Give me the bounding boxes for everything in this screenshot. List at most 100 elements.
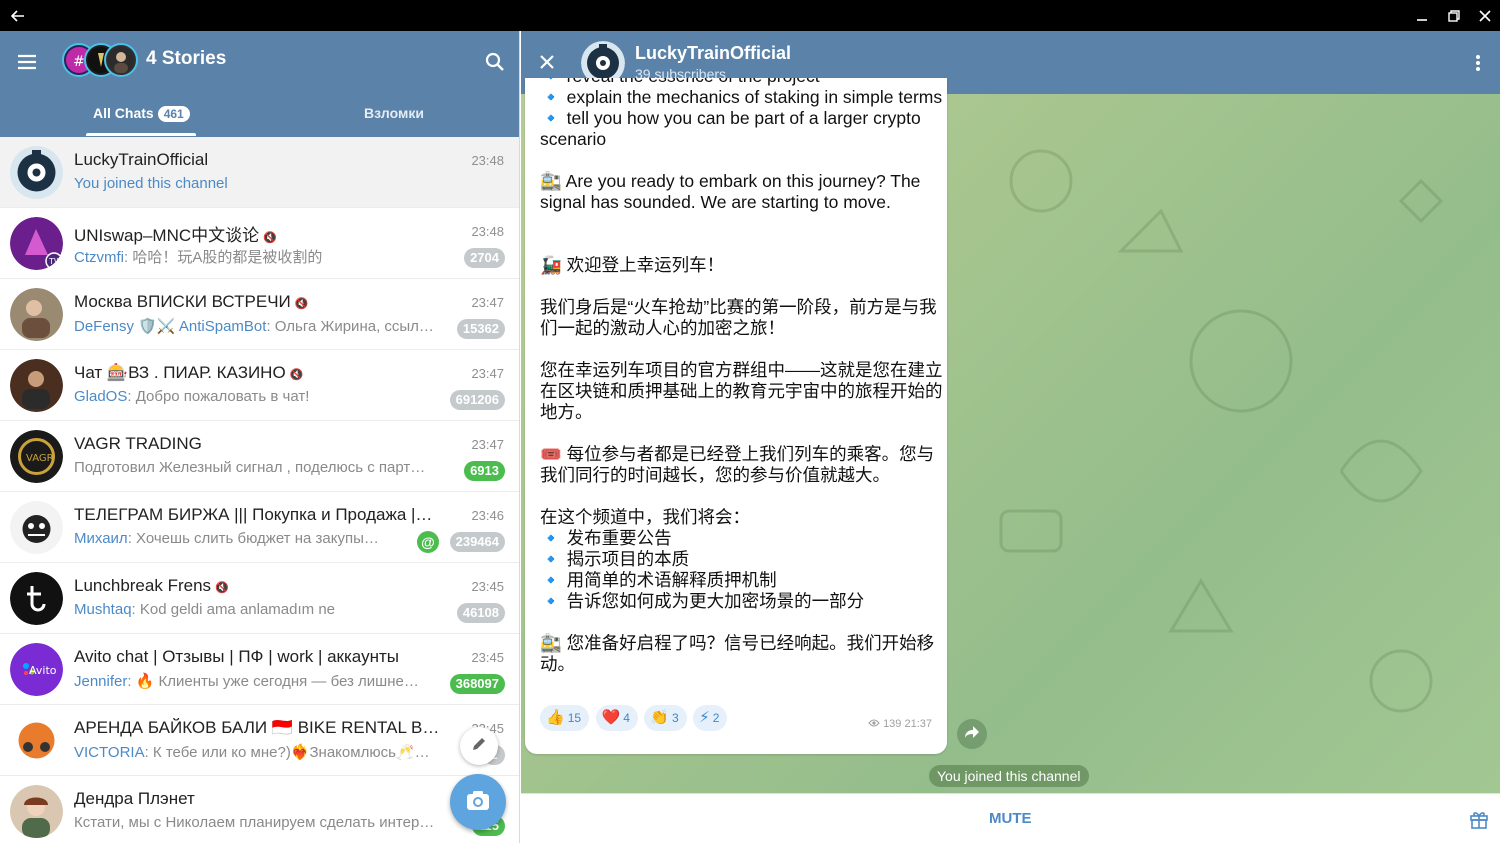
message-line: 🔹 reveal the essence of the project [540,78,947,87]
tab-vzlomki[interactable]: Взломки [364,105,424,137]
reaction-lightning[interactable]: ⚡ 2 [693,705,728,731]
chat-name: ТЕЛЕГРАМ БИРЖА ||| Покупка и Продажа |…🔇 [74,505,444,525]
message-blank-line [540,339,947,360]
avatar: Avito [10,643,63,696]
chat-preview: Подготовил Железный сигнал , поделюсь с … [74,459,426,476]
story-avatar[interactable] [104,43,138,77]
preview-sender: Михаил [74,530,128,547]
chat-time: 23:47 [471,295,504,310]
chat-row-moskva[interactable]: Москва ВПИСКИ ВСТРЕЧИ 🔇 23:47 DeFensy 🛡️⚔… [0,279,519,350]
avatar: VAGR [10,430,63,483]
mention-badge: @ [417,531,439,553]
close-icon[interactable] [533,48,561,76]
message-line: 🔹 发布重要公告 [540,528,672,548]
back-arrow-icon[interactable] [2,0,33,31]
pencil-icon [471,736,487,757]
preview-text: : Ольга Жирина, ссыл… [266,318,434,335]
message-line: 🚂 欢迎登上幸运列车！ [540,255,725,275]
chat-list: LuckyTrainOfficial 23:48 You joined this… [0,137,519,843]
preview-text: : 🔥 Клиенты уже сегодня — без лишне… [127,673,419,690]
gift-icon[interactable] [1466,806,1492,832]
chat-preview: Mushtaq: Kod geldi ama anlamadım ne [74,601,444,618]
share-button[interactable] [957,719,987,749]
chat-row-luckytrainofficial[interactable]: LuckyTrainOfficial 23:48 You joined this… [0,137,519,208]
kebab-menu-icon[interactable] [1464,47,1492,79]
chat-row-telegram-birzha[interactable]: ТЕЛЕГРАМ БИРЖА ||| Покупка и Продажа |…🔇… [0,492,519,563]
window-titlebar [0,0,1500,31]
mute-bell-icon: 🔇 [443,724,444,736]
chat-name-text: Чат 🎰ВЗ . ПИАР. КАЗИНО [74,363,286,382]
tab-label: Взломки [364,105,424,121]
tab-count-badge: 461 [157,106,190,122]
message-line: 🔹 揭示项目的本质 [540,549,690,569]
unread-badge: 239464 [449,532,505,552]
message-line: 🚉 Are you ready to embark on this journe… [540,171,921,212]
stories-avatars[interactable]: # [62,43,142,79]
unread-badge: 6913 [464,461,505,481]
preview-sender: Mushtaq [74,601,132,618]
heart-icon: ❤️ [601,709,621,726]
camera-icon [466,789,490,816]
tab-label: All Chats [93,105,154,121]
svg-text:VAGR: VAGR [26,453,54,464]
channel-view: LuckyTrainOfficial 39 subscribers 🔹 reve… [521,31,1500,843]
unread-badge: 691206 [449,390,505,410]
avatar [10,501,63,554]
chat-row-arenda-baikov[interactable]: АРЕНДА БАЙКОВ БАЛИ 🇮🇩 BIKE RENTAL B…🔇 23… [0,705,519,776]
restore-icon[interactable] [1438,0,1469,31]
preview-text: : 哈哈！玩A股的都是被收割的 [124,249,323,266]
mute-bell-icon: 🔇 [263,232,277,244]
avatar [10,572,63,625]
chat-row-uniswap[interactable]: TW UNIswap–MNC中文谈论 🔇 23:48 Ctzvmfi: 哈哈！玩A… [0,208,519,279]
reaction-heart[interactable]: ❤️ 4 [595,705,638,731]
share-icon [964,725,980,744]
service-message: You joined this channel [929,765,1089,787]
message-line: 🎟️ 每位参与者都是已经登上我们列车的乘客。您与我们同行的时间越长，您的参与价值… [540,444,935,485]
chat-row-dendra-planet[interactable]: Дендра Плэнет Кстати, мы с Николаем план… [0,776,519,843]
avatar [10,146,63,199]
minimize-icon[interactable] [1406,0,1437,31]
reaction-count: 3 [672,711,679,725]
new-story-button[interactable] [450,774,506,830]
chat-time: 23:45 [471,650,504,665]
message-line: 🔹 tell you how you can be part of a larg… [540,108,921,149]
new-message-button[interactable] [460,727,498,765]
preview-sender: Jennifer [74,673,128,690]
message-line: 在这个频道中，我们将会： [540,507,750,527]
message-line: 🚉 您准备好启程了吗？信号已经响起。我们开始移动。 [540,633,935,674]
reaction-clap[interactable]: 👏 3 [644,705,687,731]
chat-name: Avito chat | Отзывы | ПФ | work | аккаун… [74,647,399,666]
chat-time: 23:48 [471,153,504,168]
chat-row-chat-vz[interactable]: Чат 🎰ВЗ . ПИАР. КАЗИНО 🔇 23:47 GladOS: До… [0,350,519,421]
message-blank-line [540,150,947,171]
stories-label[interactable]: 4 Stories [146,48,226,70]
reaction-count: 15 [567,711,582,725]
message-line: 🔹 explain the mechanics of staking in si… [540,87,943,107]
reaction-thumbs-up[interactable]: 👍 15 [540,705,590,731]
chat-row-avito[interactable]: Avito Avito chat | Отзывы | ПФ | work | … [0,634,519,705]
svg-text:#: # [73,54,85,70]
chat-name-text: Москва ВПИСКИ ВСТРЕЧИ [74,292,291,311]
chat-row-lunchbreak-frens[interactable]: Lunchbreak Frens 🔇 23:45 Mushtaq: Kod gel… [0,563,519,634]
search-icon[interactable] [480,47,510,77]
chat-name-text: ТЕЛЕГРАМ БИРЖА ||| Покупка и Продажа |… [74,505,433,524]
chat-name: Чат 🎰ВЗ . ПИАР. КАЗИНО 🔇 [74,363,444,383]
chat-name: Lunchbreak Frens 🔇 [74,576,444,596]
message-line: 我们身后是“火车抢劫”比赛的第一阶段，前方是与我们一起的激动人心的加密之旅！ [540,297,937,338]
close-window-icon[interactable] [1469,0,1500,31]
chat-time: 23:46 [471,508,504,523]
chat-name: Дендра Плэнет [74,789,195,808]
channel-title[interactable]: LuckyTrainOfficial [635,43,791,64]
preview-sender: GladOS [74,388,128,405]
mute-button[interactable]: MUTE [989,810,1032,827]
chat-row-vagr-trading[interactable]: VAGR VAGR TRADING 23:47 Подготовил Желез… [0,421,519,492]
message-blank-line [540,612,947,633]
chat-preview: GladOS: Добро пожаловать в чат! [74,388,444,405]
hamburger-menu-icon[interactable] [12,47,42,77]
eye-icon [868,718,883,730]
preview-sender: DeFensy 🛡️⚔️ AntiSpamBot [74,318,267,335]
chat-preview: Ctzvmfi: 哈哈！玩A股的都是被收割的 [74,246,444,267]
chat-name: UNIswap–MNC中文谈论 🔇 [74,221,444,246]
chat-time: 23:47 [471,366,504,381]
channel-message-bubble[interactable]: 🔹 reveal the essence of the project🔹 exp… [525,78,947,754]
